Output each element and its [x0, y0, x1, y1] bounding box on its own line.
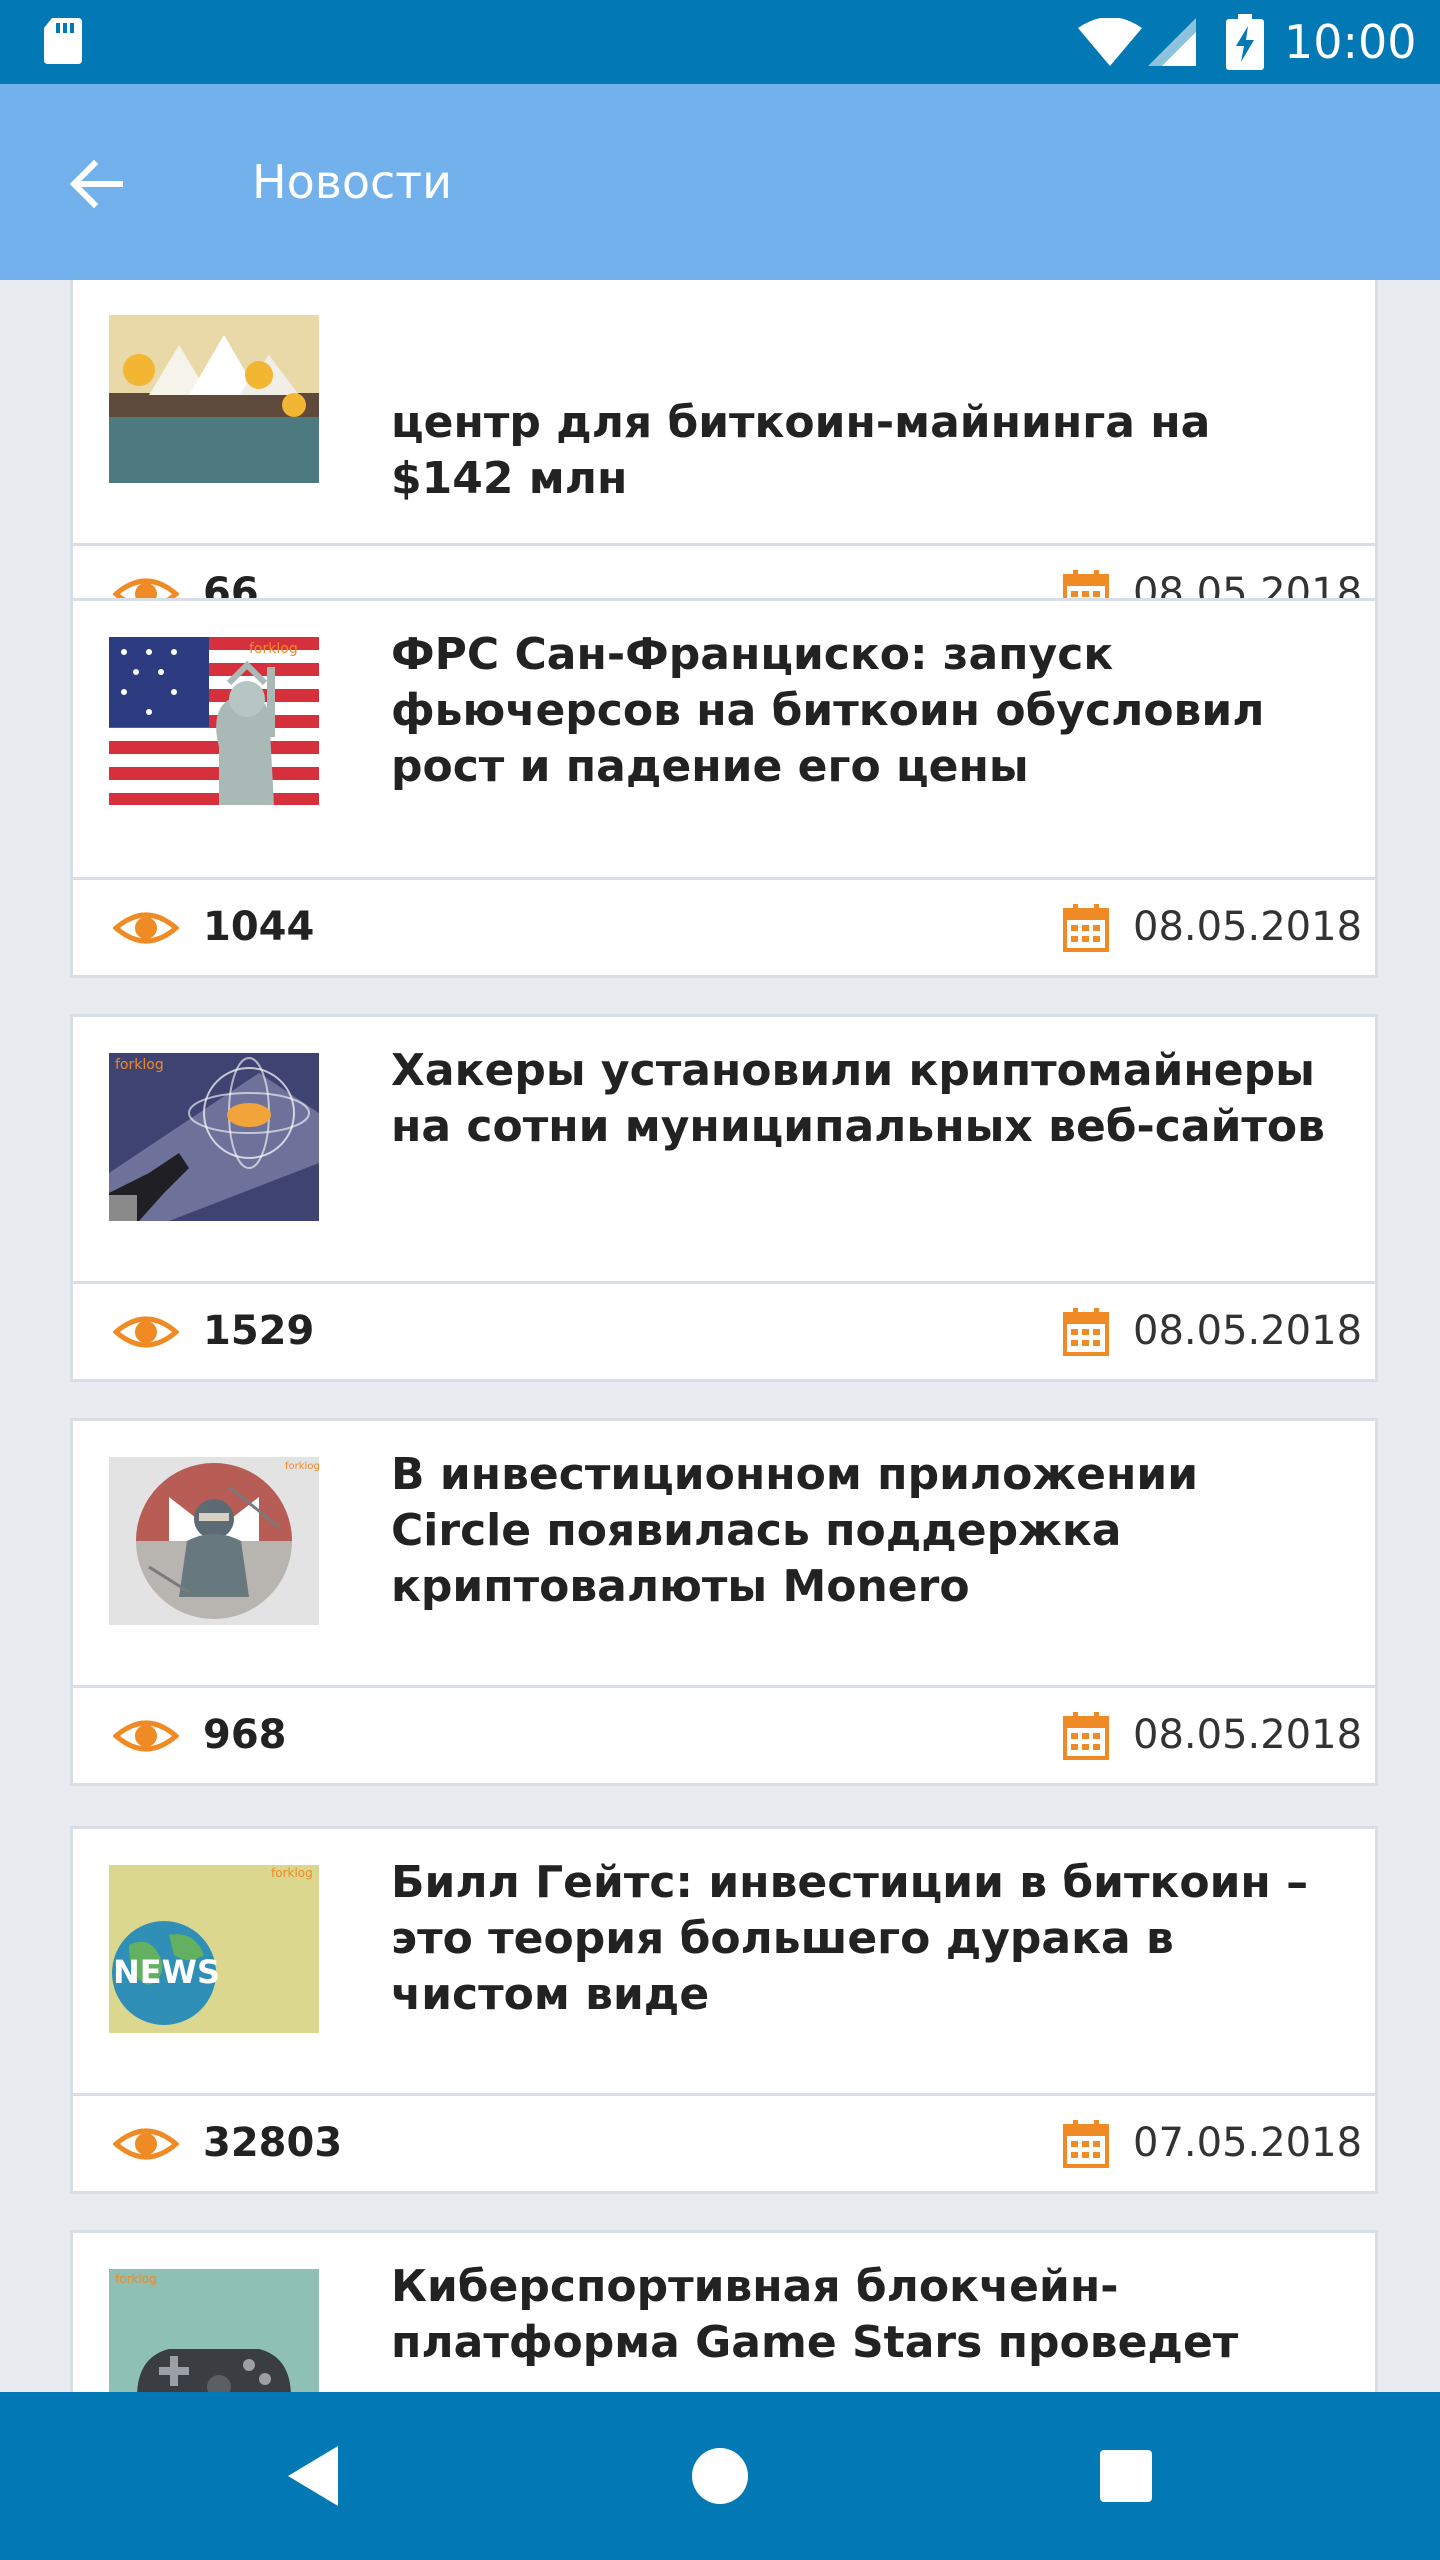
news-date: 08.05.2018 — [1133, 1308, 1363, 1354]
news-title: центр для биткоин-майнинга на $142 млн — [391, 397, 1211, 504]
news-card[interactable]: forklog Киберспортивная блокчейн-платфор… — [70, 2230, 1378, 2392]
nav-home-button[interactable] — [676, 2432, 764, 2520]
battery-charging-icon — [1226, 14, 1264, 70]
news-title: ФРС Сан-Франциско: запуск фьючерсов на б… — [391, 629, 1265, 792]
calendar-icon — [1063, 1308, 1109, 1356]
page-title: Новости — [252, 155, 452, 209]
views-count: 968 — [203, 1712, 287, 1758]
news-card-body[interactable]: центр для биткоин-майнинга на $142 млн — [73, 280, 1375, 543]
nav-recents-button[interactable] — [1082, 2432, 1170, 2520]
forklog-logo: forklog — [249, 641, 298, 657]
news-thumbnail: forklog — [109, 1457, 319, 1625]
news-thumbnail: NEWS forklog — [109, 1865, 319, 2033]
views-count: 1044 — [203, 904, 315, 950]
news-date: 08.05.2018 — [1133, 1712, 1363, 1758]
calendar-icon — [1063, 904, 1109, 952]
news-card-footer: 1529 08.05.2018 — [73, 1281, 1375, 1379]
news-thumbnail: forklog — [109, 637, 319, 805]
news-card[interactable]: forklog В инвестиционном приложении Circ… — [70, 1418, 1378, 1786]
status-time: 10:00 — [1284, 15, 1417, 69]
news-thumbnail: forklog — [109, 1053, 319, 1221]
wifi-icon — [1078, 18, 1142, 66]
forklog-logo: forklog — [115, 1057, 164, 1073]
eye-icon — [113, 1720, 179, 1752]
news-card-body[interactable]: forklog Киберспортивная блокчейн-платфор… — [73, 2233, 1375, 2392]
nav-back-button[interactable] — [270, 2432, 358, 2520]
forklog-logo: forklog — [115, 2272, 157, 2286]
recents-square-icon — [1100, 2450, 1152, 2502]
system-nav-bar — [0, 2392, 1440, 2560]
eye-icon — [113, 912, 179, 944]
eye-icon — [113, 1316, 179, 1348]
news-thumbnail: forklog — [109, 2269, 319, 2392]
news-badge-text: NEWS — [113, 1953, 220, 1991]
status-bar: 10:00 — [0, 0, 1440, 84]
news-date: 07.05.2018 — [1133, 2120, 1363, 2166]
news-date: 08.05.2018 — [1133, 904, 1363, 950]
home-circle-icon — [692, 2448, 748, 2504]
views-count: 1529 — [203, 1308, 315, 1354]
eye-icon — [113, 2128, 179, 2160]
news-card-body[interactable]: forklog ФРС Сан-Франциско: запуск фьючер… — [73, 601, 1375, 877]
news-card-body[interactable]: NEWS forklog Билл Гейтс: инвестиции в би… — [73, 1829, 1375, 2093]
back-triangle-icon — [288, 2446, 338, 2506]
news-card-body[interactable]: forklog В инвестиционном приложении Circ… — [73, 1421, 1375, 1685]
news-title: В инвестиционном приложении Circle появи… — [391, 1449, 1199, 1612]
signal-icon — [1148, 18, 1196, 66]
news-title: Хакеры установили криптомайнеры на сотни… — [391, 1045, 1325, 1152]
arrow-back-icon — [69, 159, 123, 209]
news-card-footer: 32803 07.05.2018 — [73, 2093, 1375, 2191]
news-list: центр для биткоин-майнинга на $142 млн 6… — [0, 280, 1440, 2392]
news-title: Киберспортивная блокчейн-платформа Game … — [391, 2261, 1239, 2368]
news-thumbnail — [109, 315, 319, 483]
forklog-logo: forklog — [285, 1461, 319, 1472]
back-button[interactable] — [56, 144, 136, 224]
news-card[interactable]: центр для биткоин-майнинга на $142 млн 6… — [70, 280, 1378, 644]
news-card-body[interactable]: forklog Хакеры установили криптомайнеры … — [73, 1017, 1375, 1281]
news-card[interactable]: NEWS forklog Билл Гейтс: инвестиции в би… — [70, 1826, 1378, 2194]
calendar-icon — [1063, 1712, 1109, 1760]
news-card-footer: 968 08.05.2018 — [73, 1685, 1375, 1783]
calendar-icon — [1063, 2120, 1109, 2168]
forklog-logo: forklog — [271, 1866, 313, 1880]
news-card-footer: 1044 08.05.2018 — [73, 877, 1375, 975]
sd-card-icon — [44, 18, 82, 64]
app-bar: Новости — [0, 84, 1440, 280]
news-title: Билл Гейтс: инвестиции в биткоин – это т… — [391, 1857, 1309, 2020]
news-card[interactable]: forklog ФРС Сан-Франциско: запуск фьючер… — [70, 598, 1378, 978]
views-count: 32803 — [203, 2120, 343, 2166]
news-card[interactable]: forklog Хакеры установили криптомайнеры … — [70, 1014, 1378, 1382]
